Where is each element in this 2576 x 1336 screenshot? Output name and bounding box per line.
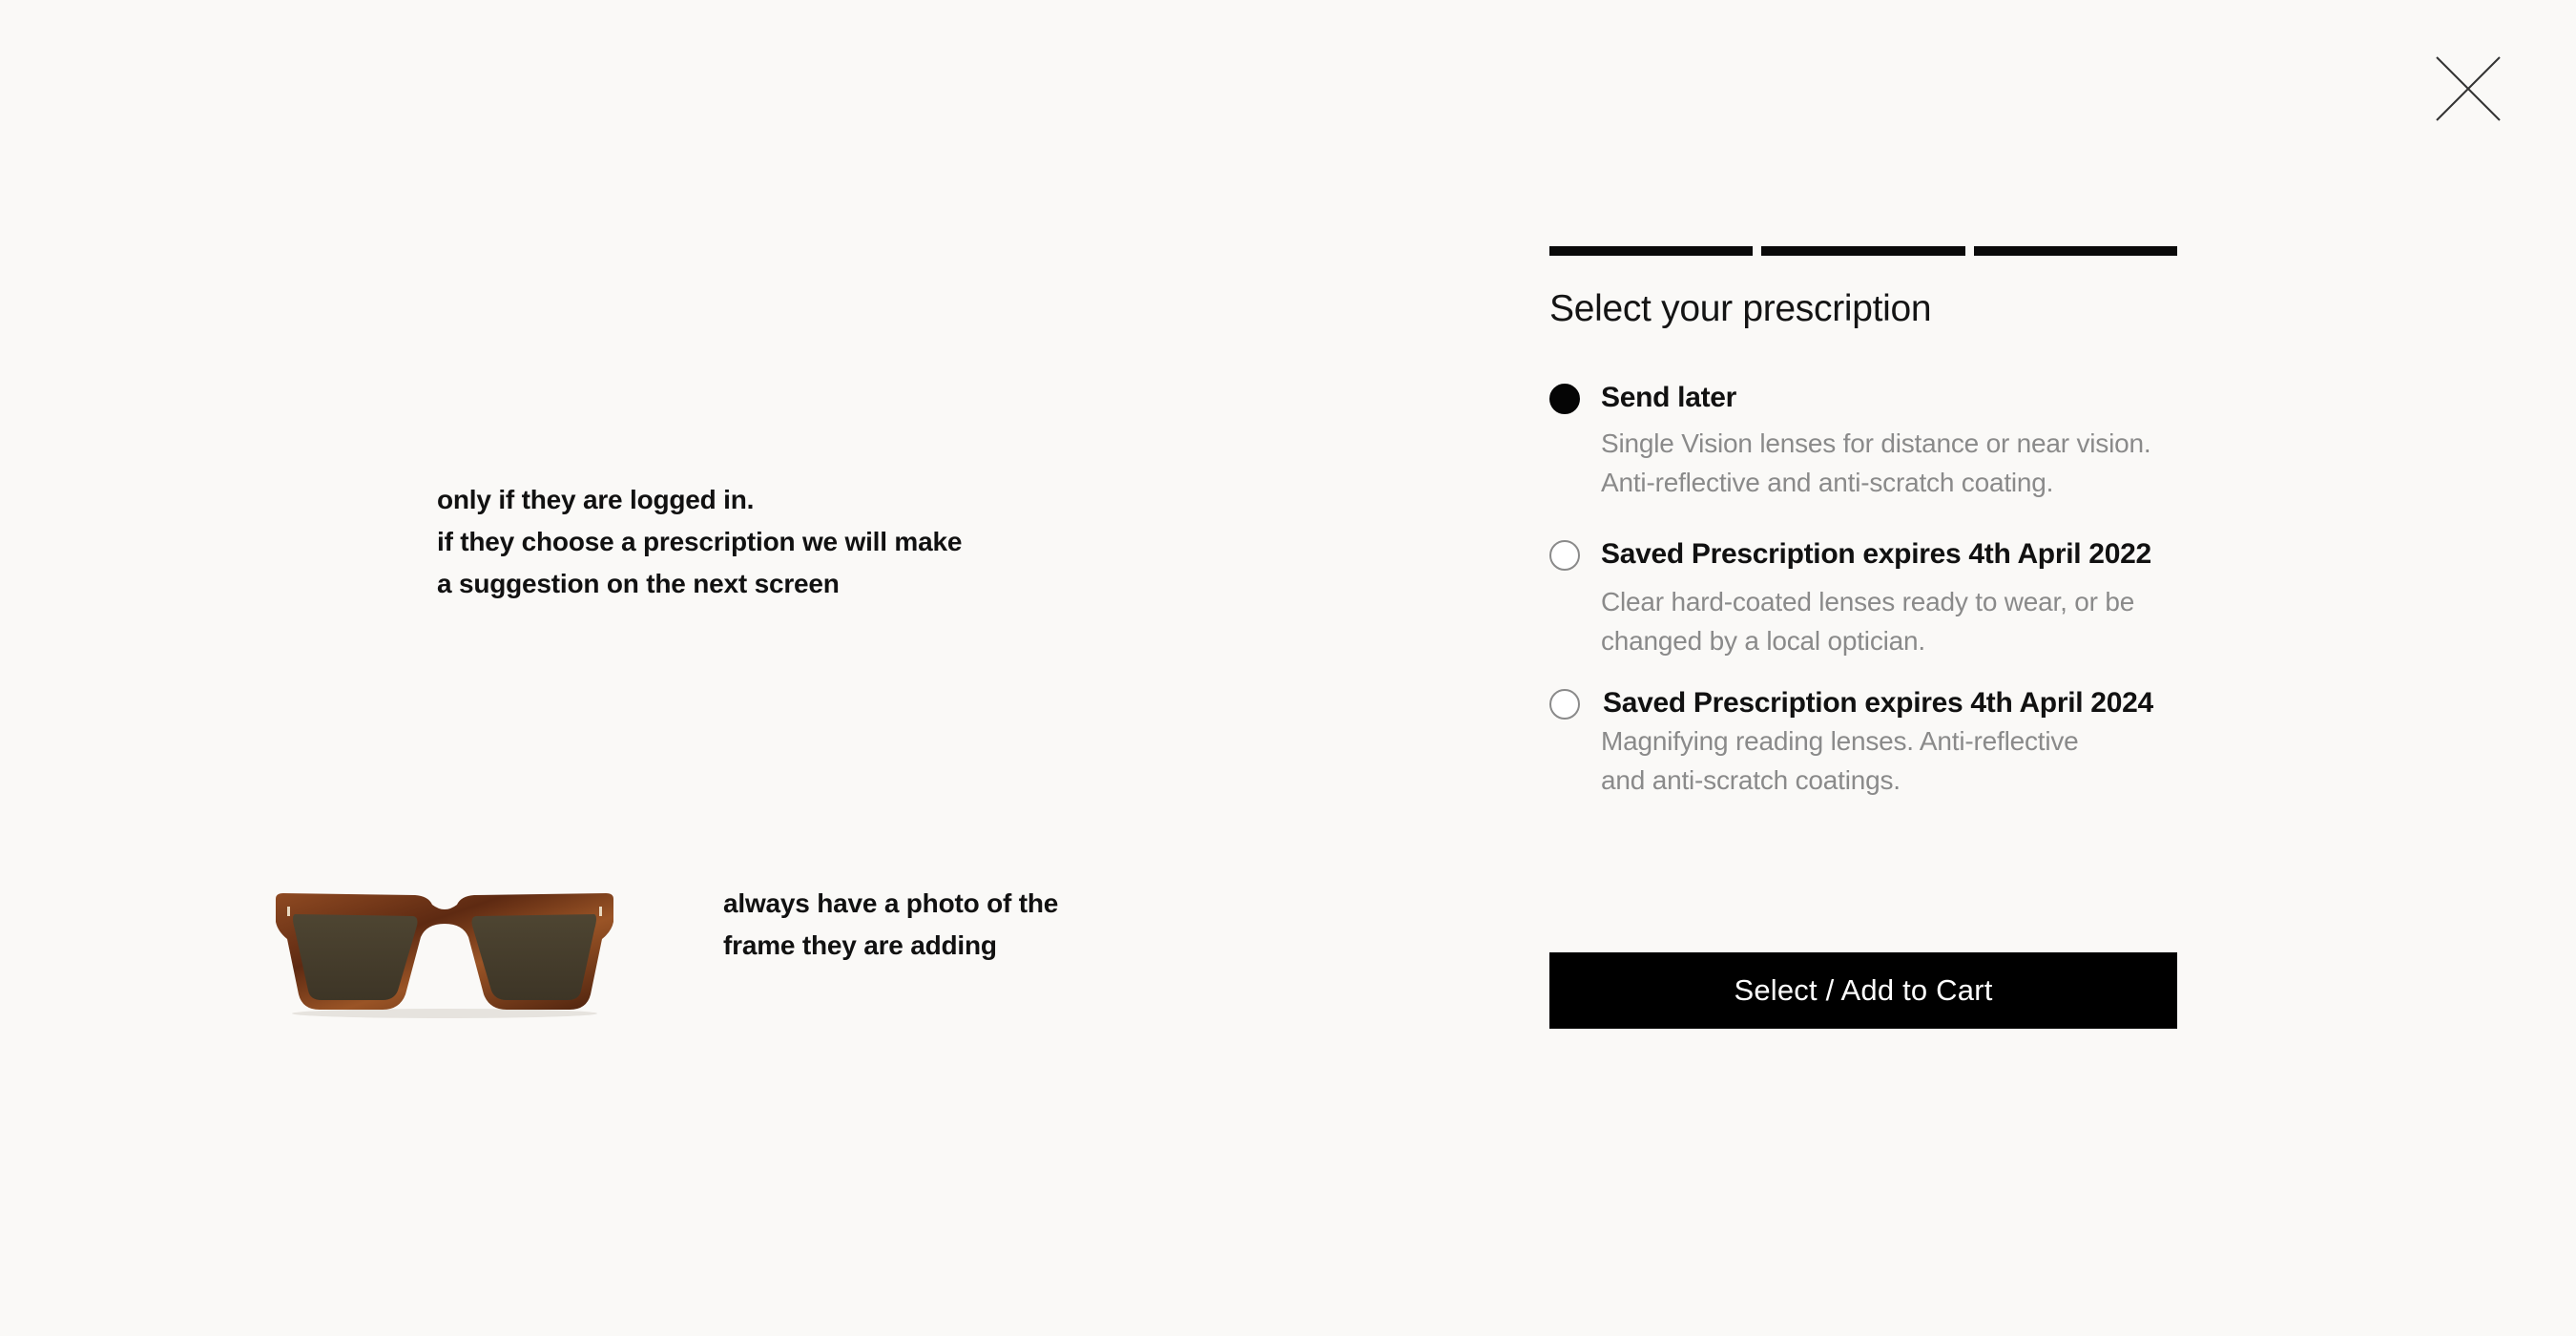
radio-saved-prescription-2022[interactable] [1549, 540, 1580, 571]
progress-step-2 [1761, 246, 1965, 256]
option-send-later[interactable]: Send later Single Vision lenses for dist… [1549, 382, 2177, 508]
option-description: Magnifying reading lenses. Anti-reflecti… [1601, 721, 2173, 800]
option-description-line: Clear hard-coated lenses ready to wear, … [1601, 587, 2135, 616]
page-title: Select your prescription [1549, 288, 1932, 329]
close-button[interactable] [2435, 55, 2502, 122]
annotation-line: a suggestion on the next screen [437, 569, 840, 598]
option-label: Saved Prescription expires 4th April 202… [1603, 687, 2153, 719]
progress-step-3 [1973, 246, 2177, 256]
option-saved-prescription-2022[interactable]: Saved Prescription expires 4th April 202… [1549, 538, 2177, 664]
annotation-photo-note: always have a photo of the frame they ar… [723, 883, 1058, 967]
option-description-line: Single Vision lenses for distance or nea… [1601, 428, 2151, 458]
close-icon [2436, 56, 2501, 121]
annotation-line: always have a photo of the [723, 888, 1059, 918]
option-label: Saved Prescription expires 4th April 202… [1601, 538, 2151, 570]
annotation-line: frame they are adding [723, 930, 997, 960]
progress-step-1 [1549, 246, 1754, 256]
select-add-to-cart-button[interactable]: Select / Add to Cart [1549, 952, 2177, 1029]
option-description-line: Anti-reflective and anti-scratch coating… [1601, 468, 2054, 497]
option-description: Clear hard-coated lenses ready to wear, … [1601, 582, 2173, 660]
option-saved-prescription-2024[interactable]: Saved Prescription expires 4th April 202… [1549, 687, 2177, 813]
annotation-logged-in-note: only if they are logged in. if they choo… [437, 479, 962, 605]
sunglasses-icon [276, 893, 613, 1018]
product-image [272, 887, 617, 1021]
progress-bar [1549, 246, 2177, 256]
option-description-line: and anti-scratch coatings. [1601, 765, 1901, 795]
option-label: Send later [1601, 382, 1737, 413]
option-description: Single Vision lenses for distance or nea… [1601, 424, 2173, 502]
radio-saved-prescription-2024[interactable] [1549, 689, 1580, 720]
annotation-line: only if they are logged in. [437, 485, 755, 514]
option-description-line: changed by a local optician. [1601, 626, 1925, 656]
radio-send-later[interactable] [1549, 384, 1580, 414]
annotation-line: if they choose a prescription we will ma… [437, 527, 963, 556]
option-description-line: Magnifying reading lenses. Anti-reflecti… [1601, 726, 2079, 756]
prescription-panel: Select your prescription Send later Sing… [1549, 246, 2177, 795]
